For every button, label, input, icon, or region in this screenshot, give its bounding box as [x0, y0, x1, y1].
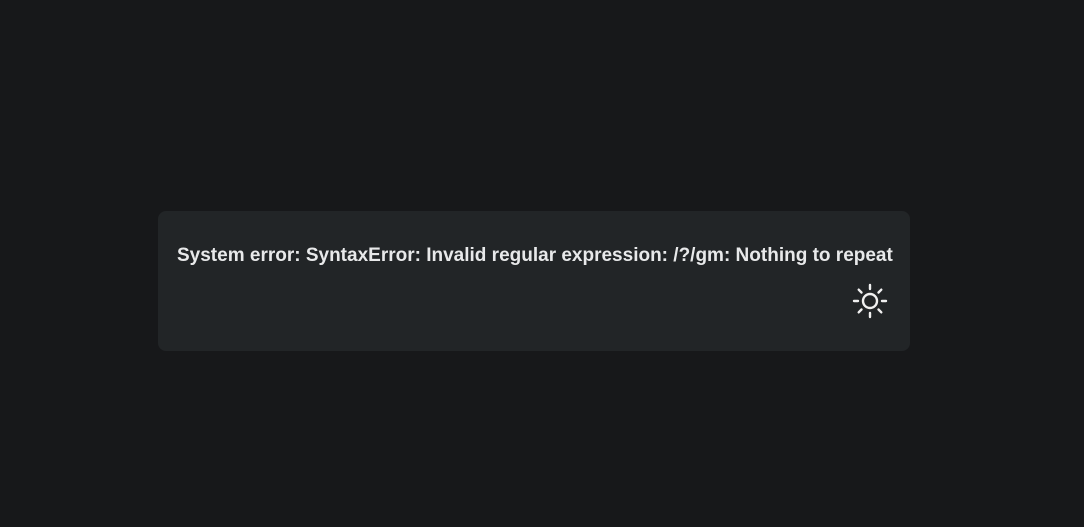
- theme-toggle-button[interactable]: [850, 281, 890, 321]
- sun-icon: [852, 283, 888, 319]
- error-card: System error: SyntaxError: Invalid regul…: [158, 211, 910, 351]
- error-message: System error: SyntaxError: Invalid regul…: [177, 245, 893, 266]
